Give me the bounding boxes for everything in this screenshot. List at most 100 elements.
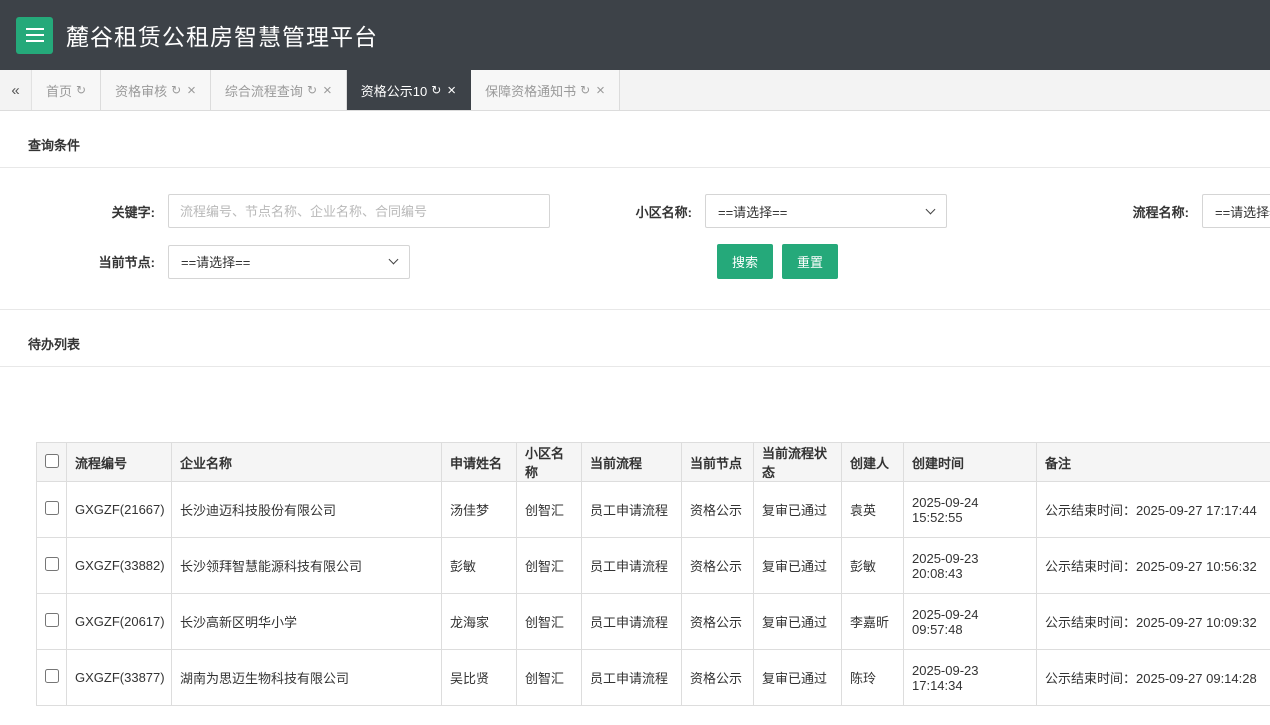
todo-section: 待办列表 流程编号企业名称申请姓名小区名称当前流程当前节点当前流程状态创建人创建… xyxy=(0,310,1270,706)
reset-button[interactable]: 重置 xyxy=(782,244,838,279)
cell-process-status: 复审已通过 xyxy=(754,538,842,594)
tab-2[interactable]: 综合流程查询 ↻ × xyxy=(211,70,347,110)
tab-3[interactable]: 资格公示10 ↻ × xyxy=(347,70,471,110)
table-row: GXGZF(33877)湖南为思迈生物科技有限公司吴比贤创智汇员工申请流程资格公… xyxy=(37,650,1270,706)
tab-label: 综合流程查询 xyxy=(225,81,303,100)
cell-created-time: 2025-09-23 17:14:34 xyxy=(904,650,1037,706)
node-select-value: ==请选择== xyxy=(181,252,250,271)
form-buttons: 搜索 重置 xyxy=(717,244,838,279)
cell-creator: 李嘉昕 xyxy=(842,594,904,650)
cell-remark: 公示结束时间：2025-09-27 17:17:44 xyxy=(1037,482,1270,538)
hamburger-icon xyxy=(26,28,44,30)
process-select[interactable]: ==请选择== xyxy=(1202,194,1270,228)
cell-creator: 彭敏 xyxy=(842,538,904,594)
cell-company-name: 长沙高新区明华小学 xyxy=(172,594,442,650)
cell-process-status: 复审已通过 xyxy=(754,594,842,650)
query-form: 关键字: 小区名称: ==请选择== 流程名称: ==请选择== 当前节点: =… xyxy=(0,168,1270,309)
tab-label: 首页 xyxy=(46,81,72,100)
row-checkbox[interactable] xyxy=(45,669,59,683)
row-checkbox-cell xyxy=(37,594,67,650)
cell-community-name: 创智汇 xyxy=(517,482,582,538)
tab-refresh-icon[interactable]: ↻ xyxy=(580,84,590,96)
tab-label: 资格审核 xyxy=(115,81,167,100)
keyword-label: 关键字: xyxy=(13,202,168,221)
column-header-company-name: 企业名称 xyxy=(172,443,442,482)
row-checkbox[interactable] xyxy=(45,557,59,571)
cell-process-status: 复审已通过 xyxy=(754,650,842,706)
cell-company-name: 长沙迪迈科技股份有限公司 xyxy=(172,482,442,538)
cell-applicant-name: 龙海家 xyxy=(442,594,517,650)
chevron-down-icon xyxy=(389,255,399,265)
tab-label: 资格公示10 xyxy=(361,81,427,100)
tab-0[interactable]: 首页 ↻ xyxy=(32,70,101,110)
form-row-1: 关键字: 小区名称: ==请选择== 流程名称: ==请选择== xyxy=(13,194,1270,228)
row-checkbox-cell xyxy=(37,538,67,594)
search-button[interactable]: 搜索 xyxy=(717,244,773,279)
column-header-process-status: 当前流程状态 xyxy=(754,443,842,482)
community-select-value: ==请选择== xyxy=(718,202,787,221)
node-label: 当前节点: xyxy=(13,252,168,271)
query-section-title: 查询条件 xyxy=(0,111,1270,167)
tab-close-icon[interactable]: × xyxy=(596,83,605,98)
chevron-down-icon xyxy=(926,204,936,214)
tab-label: 保障资格通知书 xyxy=(485,81,576,100)
app-header: 麓谷租赁公租房智慧管理平台 xyxy=(0,0,1270,70)
cell-community-name: 创智汇 xyxy=(517,650,582,706)
tab-close-icon[interactable]: × xyxy=(447,83,456,98)
cell-process-id: GXGZF(20617) xyxy=(67,594,172,650)
cell-current-process: 员工申请流程 xyxy=(582,482,682,538)
cell-current-node: 资格公示 xyxy=(682,482,754,538)
cell-created-time: 2025-09-24 15:52:55 xyxy=(904,482,1037,538)
node-select[interactable]: ==请选择== xyxy=(168,245,410,279)
tab-bar: « 首页 ↻ 资格审核 ↻ × 综合流程查询 ↻ × 资格公示10 ↻ × 保障资格通知书 ↻ × xyxy=(0,70,1270,111)
community-label: 小区名称: xyxy=(550,202,705,221)
tab-refresh-icon[interactable]: ↻ xyxy=(307,84,317,96)
cell-community-name: 创智汇 xyxy=(517,594,582,650)
column-header-current-node: 当前节点 xyxy=(682,443,754,482)
cell-process-status: 复审已通过 xyxy=(754,482,842,538)
cell-applicant-name: 汤佳梦 xyxy=(442,482,517,538)
row-checkbox-cell xyxy=(37,482,67,538)
cell-remark: 公示结束时间：2025-09-27 10:09:32 xyxy=(1037,594,1270,650)
cell-process-id: GXGZF(21667) xyxy=(67,482,172,538)
row-checkbox[interactable] xyxy=(45,613,59,627)
tab-4[interactable]: 保障资格通知书 ↻ × xyxy=(471,70,620,110)
tab-close-icon[interactable]: × xyxy=(187,83,196,98)
table-row: GXGZF(33882)长沙领拜智慧能源科技有限公司彭敏创智汇员工申请流程资格公… xyxy=(37,538,1270,594)
cell-company-name: 湖南为思迈生物科技有限公司 xyxy=(172,650,442,706)
cell-applicant-name: 吴比贤 xyxy=(442,650,517,706)
cell-process-id: GXGZF(33882) xyxy=(67,538,172,594)
cell-current-process: 员工申请流程 xyxy=(582,650,682,706)
column-header-remark: 备注 xyxy=(1037,443,1270,482)
cell-created-time: 2025-09-24 09:57:48 xyxy=(904,594,1037,650)
keyword-input[interactable] xyxy=(168,194,550,228)
tab-scroll-left-button[interactable]: « xyxy=(0,70,32,110)
todo-section-title: 待办列表 xyxy=(0,310,1270,366)
todo-table-wrap: 流程编号企业名称申请姓名小区名称当前流程当前节点当前流程状态创建人创建时间备注 … xyxy=(36,442,1270,706)
community-select[interactable]: ==请选择== xyxy=(705,194,947,228)
cell-remark: 公示结束时间：2025-09-27 10:56:32 xyxy=(1037,538,1270,594)
cell-current-node: 资格公示 xyxy=(682,594,754,650)
cell-current-node: 资格公示 xyxy=(682,650,754,706)
app-title: 麓谷租赁公租房智慧管理平台 xyxy=(66,18,378,52)
column-header-creator: 创建人 xyxy=(842,443,904,482)
todo-table: 流程编号企业名称申请姓名小区名称当前流程当前节点当前流程状态创建人创建时间备注 … xyxy=(36,442,1270,706)
tab-refresh-icon[interactable]: ↻ xyxy=(431,84,441,96)
column-header-community-name: 小区名称 xyxy=(517,443,582,482)
select-all-checkbox[interactable] xyxy=(45,454,59,468)
tab-close-icon[interactable]: × xyxy=(323,83,332,98)
tabs-container: 首页 ↻ 资格审核 ↻ × 综合流程查询 ↻ × 资格公示10 ↻ × 保障资格通知书 ↻ × xyxy=(32,70,620,110)
cell-company-name: 长沙领拜智慧能源科技有限公司 xyxy=(172,538,442,594)
divider xyxy=(0,366,1270,367)
tab-1[interactable]: 资格审核 ↻ × xyxy=(101,70,211,110)
process-select-value: ==请选择== xyxy=(1215,202,1270,221)
row-checkbox-cell xyxy=(37,650,67,706)
cell-current-node: 资格公示 xyxy=(682,538,754,594)
tab-refresh-icon[interactable]: ↻ xyxy=(171,84,181,96)
row-checkbox[interactable] xyxy=(45,501,59,515)
cell-process-id: GXGZF(33877) xyxy=(67,650,172,706)
menu-toggle-button[interactable] xyxy=(16,17,53,54)
cell-creator: 袁英 xyxy=(842,482,904,538)
tab-refresh-icon[interactable]: ↻ xyxy=(76,84,86,96)
form-row-2: 当前节点: ==请选择== 搜索 重置 xyxy=(13,244,1270,279)
